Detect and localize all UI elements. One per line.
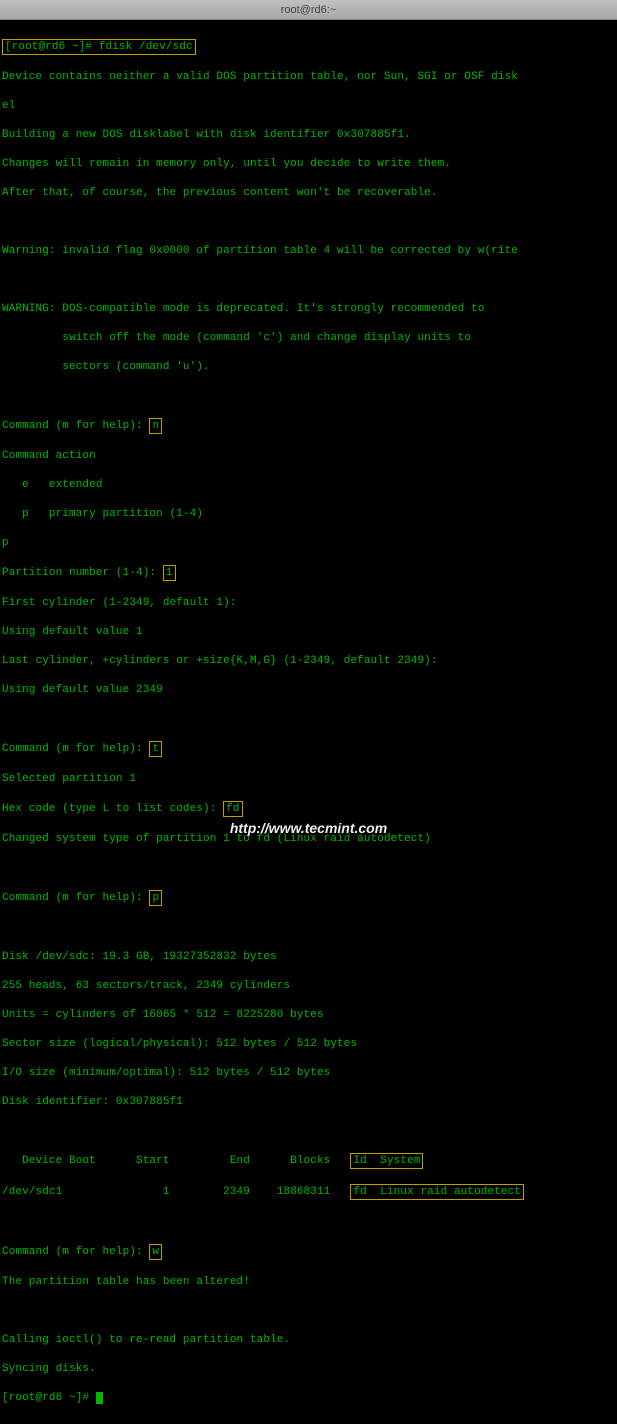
input-1: 1	[163, 565, 176, 582]
prompt: Command (m for help):	[2, 420, 149, 432]
prompt: [root@rd6 ~]	[2, 1392, 82, 1404]
output-line: WARNING: DOS-compatible mode is deprecat…	[2, 302, 615, 317]
command-fdisk: fdisk /dev/sdc	[99, 41, 193, 53]
output-line: First cylinder (1-2349, default 1):	[2, 596, 615, 611]
output-line: Command action	[2, 449, 615, 464]
output-line: Syncing disks.	[2, 1362, 615, 1377]
prompt: Hex code (type L to list codes):	[2, 803, 223, 815]
window-titlebar: root@rd6:~	[0, 0, 617, 20]
output-line: Units = cylinders of 16065 * 512 = 82252…	[2, 1008, 615, 1023]
prompt: Partition number (1-4):	[2, 567, 163, 579]
watermark: http://www.tecmint.com	[0, 820, 617, 836]
output-line: Disk /dev/sdc: 19.3 GB, 19327352832 byte…	[2, 950, 615, 965]
prompt: Command (m for help):	[2, 743, 149, 755]
input-t: t	[149, 741, 162, 758]
output-line: Sector size (logical/physical): 512 byte…	[2, 1037, 615, 1052]
output-line: Using default value 2349	[2, 683, 615, 698]
prompt: Command (m for help):	[2, 1246, 149, 1258]
output-line: p	[2, 536, 615, 551]
output-line: 255 heads, 63 sectors/track, 2349 cylind…	[2, 979, 615, 994]
output-line: The partition table has been altered!	[2, 1275, 615, 1290]
output-line: After that, of course, the previous cont…	[2, 186, 615, 201]
output-line: Selected partition 1	[2, 772, 615, 787]
prompt: Command (m for help):	[2, 892, 149, 904]
input-w: w	[149, 1244, 162, 1261]
terminal-output[interactable]: [root@rd6 ~]# fdisk /dev/sdc Device cont…	[0, 20, 617, 1424]
output-line: sectors (command 'u').	[2, 360, 615, 375]
output-line: p primary partition (1-4)	[2, 507, 615, 522]
output-line: Device contains neither a valid DOS part…	[2, 70, 615, 85]
output-line: Building a new DOS disklabel with disk i…	[2, 128, 615, 143]
cursor[interactable]	[96, 1392, 103, 1404]
output-line: Using default value 1	[2, 625, 615, 640]
input-fd: fd	[223, 801, 242, 818]
table-header-left: Device Boot Start End Blocks	[2, 1155, 350, 1167]
output-line: Warning: invalid flag 0x0000 of partitio…	[2, 244, 615, 259]
input-n: n	[149, 418, 162, 435]
output-line: I/O size (minimum/optimal): 512 bytes / …	[2, 1066, 615, 1081]
output-line: switch off the mode (command 'c') and ch…	[2, 331, 615, 346]
output-line: Last cylinder, +cylinders or +size{K,M,G…	[2, 654, 615, 669]
output-line: Calling ioctl() to re-read partition tab…	[2, 1333, 615, 1348]
prompt: [root@rd6 ~]	[5, 41, 85, 53]
table-row-right: fd Linux raid autodetect	[350, 1184, 524, 1201]
window-title: root@rd6:~	[281, 4, 337, 16]
output-line: e extended	[2, 478, 615, 493]
table-row-left: /dev/sdc1 1 2349 18868311	[2, 1186, 350, 1198]
output-line: Changes will remain in memory only, unti…	[2, 157, 615, 172]
table-header-right: Id System	[350, 1153, 423, 1170]
output-line: el	[2, 99, 615, 114]
input-p: p	[149, 890, 162, 907]
output-line: Disk identifier: 0x307885f1	[2, 1095, 615, 1110]
